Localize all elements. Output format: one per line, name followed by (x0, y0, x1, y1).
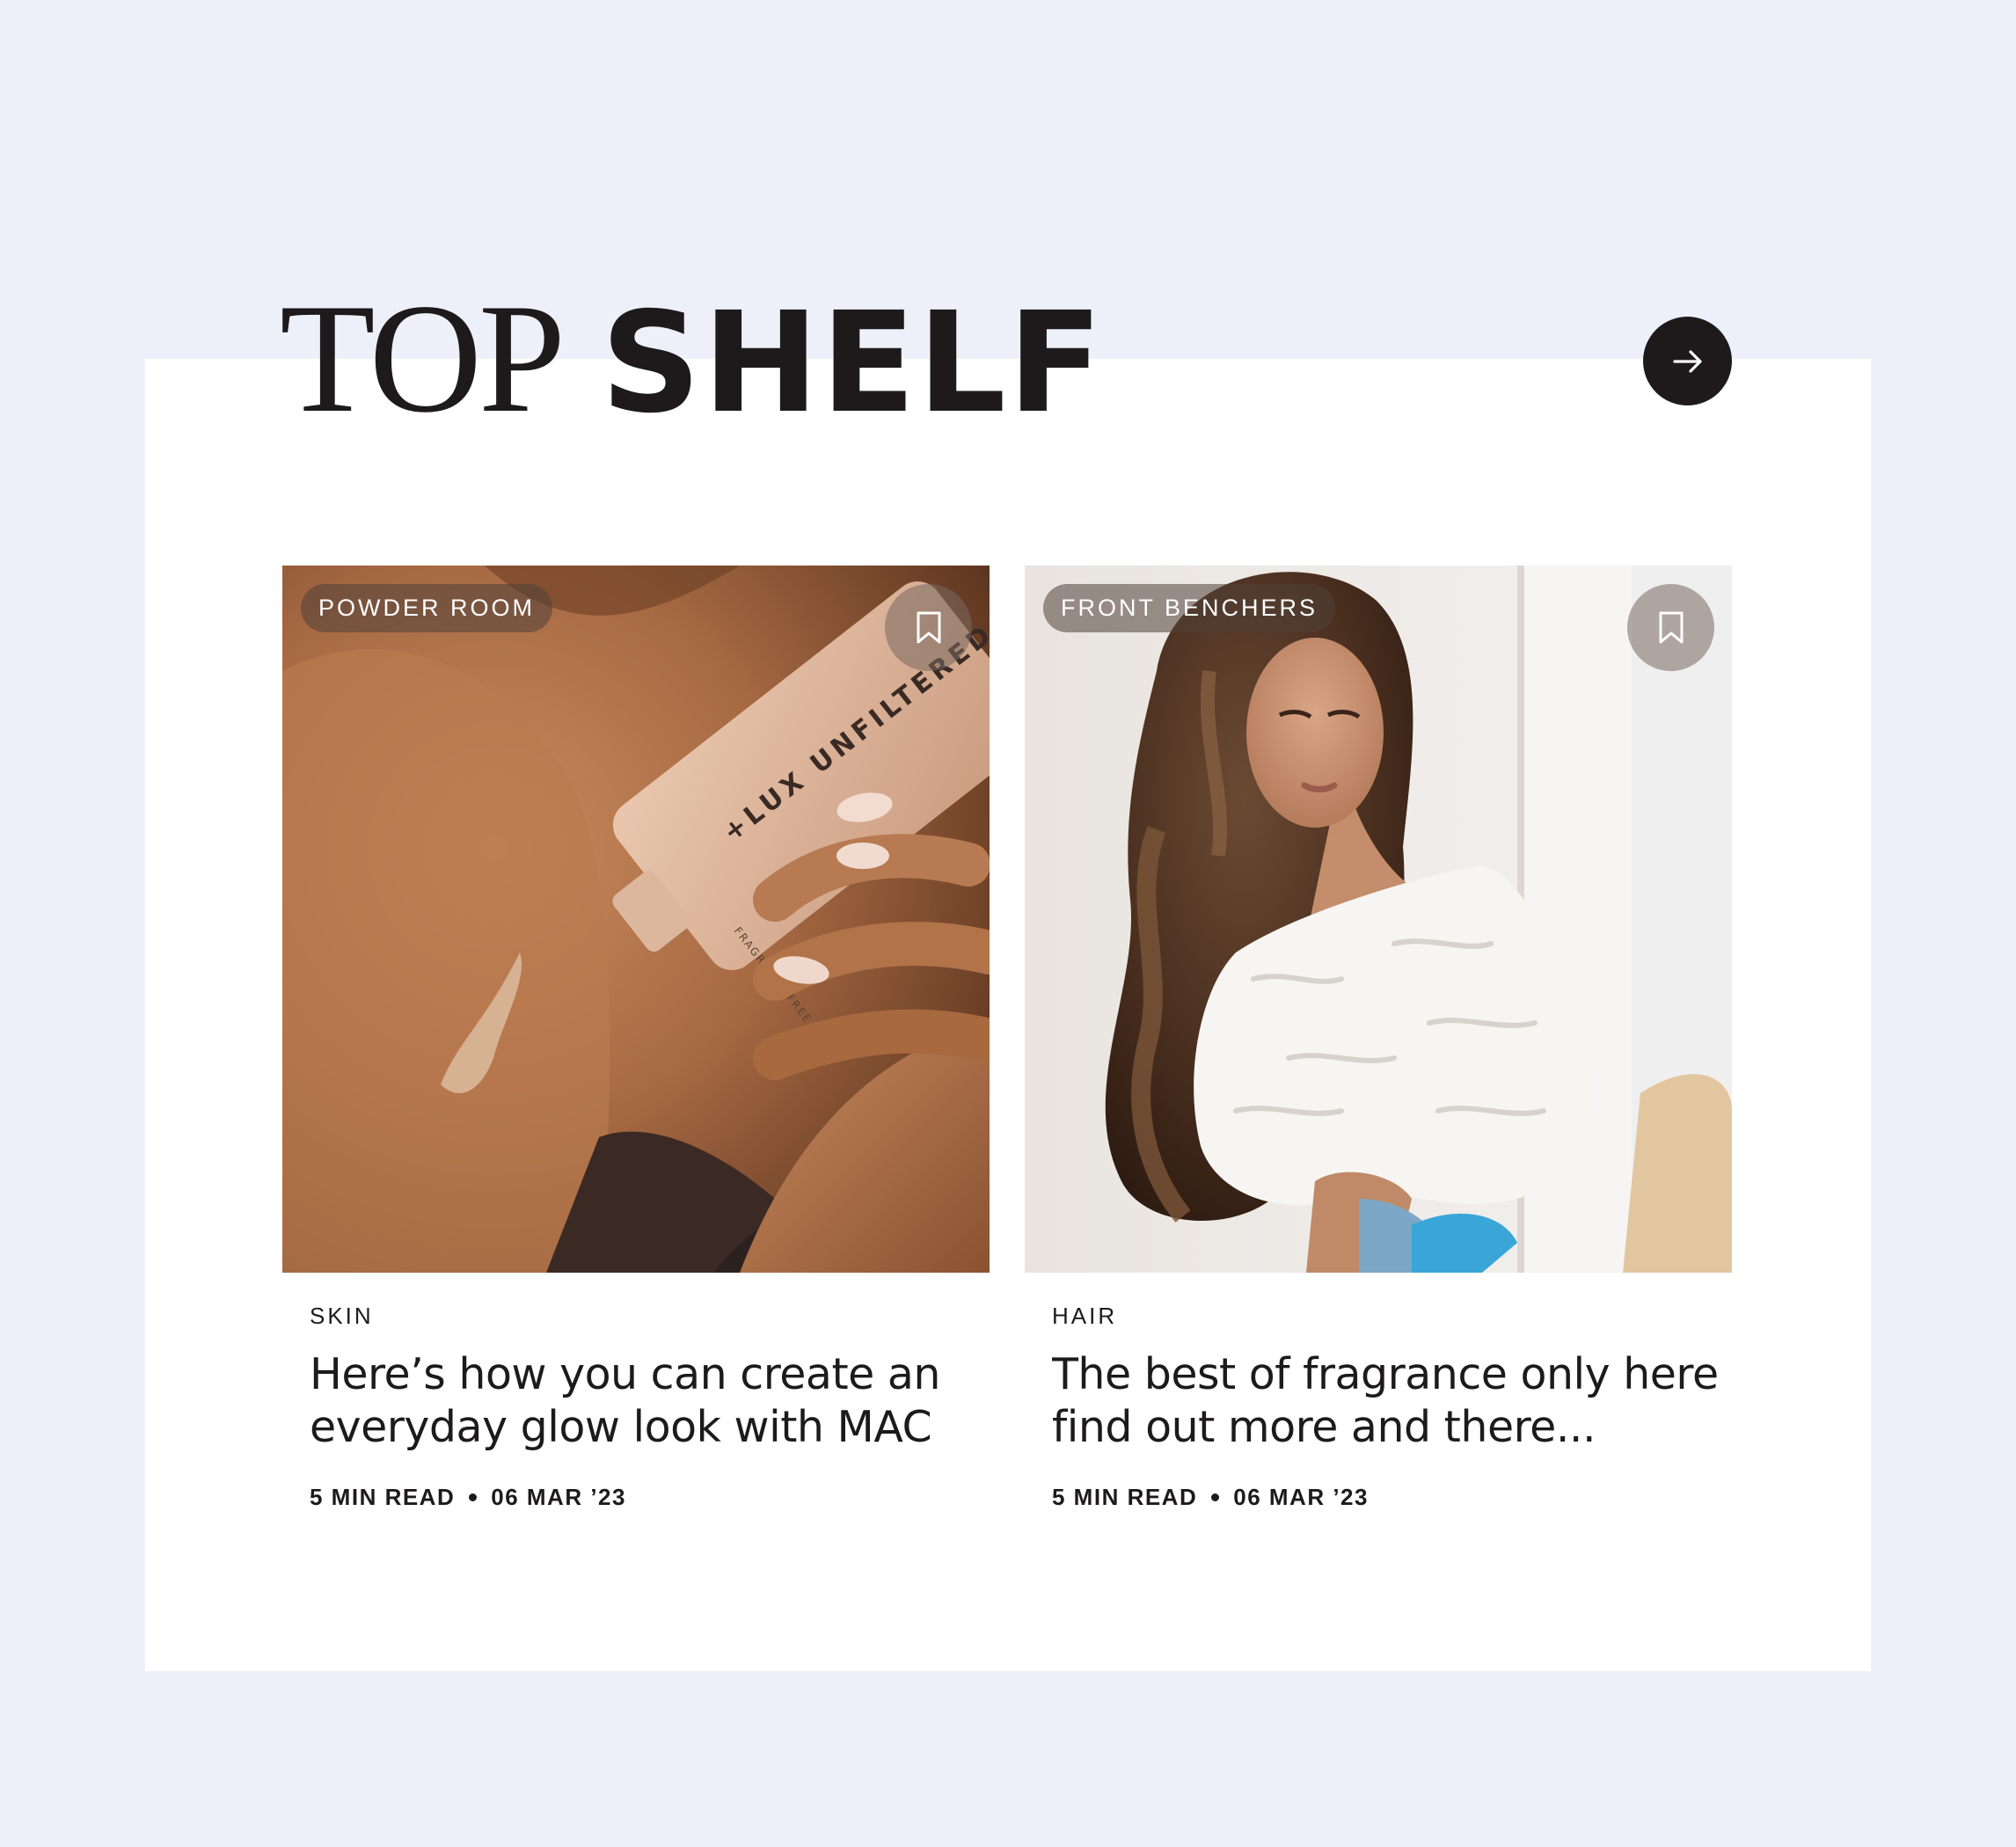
article-category[interactable]: HAIR (1052, 1303, 1723, 1329)
separator-dot (469, 1493, 478, 1501)
skincare-photo: +LUX UNFILTERED FRAGRANCE FREE (282, 566, 990, 1273)
article-category[interactable]: SKIN (310, 1303, 981, 1329)
portrait-photo (1025, 566, 1732, 1273)
article-card[interactable]: +LUX UNFILTERED FRAGRANCE FREE POWDER RO… (282, 566, 990, 1511)
bookmark-button[interactable] (1627, 584, 1714, 671)
article-byline: 5 MIN READ 06 MAR ’23 (310, 1484, 981, 1511)
category-tag[interactable]: POWDER ROOM (301, 584, 552, 632)
article-byline: 5 MIN READ 06 MAR ’23 (1052, 1484, 1723, 1511)
article-image[interactable]: +LUX UNFILTERED FRAGRANCE FREE POWDER RO… (282, 566, 990, 1273)
read-time: 5 MIN READ (1052, 1484, 1198, 1510)
article-title[interactable]: The best of fragrance only here find out… (1052, 1348, 1723, 1454)
section-title-bold: SHELF (601, 282, 1105, 444)
article-card[interactable]: FRONT BENCHERS HAIR The best of fragranc… (1025, 566, 1732, 1511)
arrow-right-icon (1672, 349, 1702, 373)
article-image[interactable]: FRONT BENCHERS (1025, 566, 1732, 1273)
category-tag[interactable]: FRONT BENCHERS (1043, 584, 1336, 632)
article-title[interactable]: Here’s how you can create an everyday gl… (310, 1348, 981, 1454)
read-time: 5 MIN READ (310, 1484, 456, 1510)
see-all-button[interactable] (1643, 317, 1732, 405)
publish-date: 06 MAR ’23 (1233, 1484, 1369, 1510)
bookmark-icon (917, 611, 940, 643)
separator-dot (1211, 1493, 1220, 1501)
publish-date: 06 MAR ’23 (491, 1484, 626, 1510)
section-title-light: TOP (280, 271, 566, 445)
section-title: TOP SHELF (280, 280, 1105, 438)
bookmark-button[interactable] (885, 584, 972, 671)
bookmark-icon (1659, 611, 1683, 643)
